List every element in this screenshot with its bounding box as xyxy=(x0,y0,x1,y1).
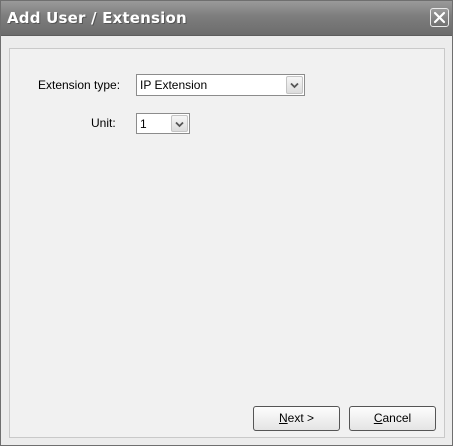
extension-type-select[interactable]: IP Extension xyxy=(136,74,305,96)
cancel-label: ancel xyxy=(382,411,412,425)
close-icon xyxy=(433,11,446,24)
content-panel: Extension type: IP Extension Unit: 1 Nex… xyxy=(9,48,445,438)
extension-type-value: IP Extension xyxy=(140,78,208,92)
extension-type-label: Extension type: xyxy=(38,78,121,92)
unit-dropdown-button[interactable] xyxy=(171,115,188,132)
extension-type-dropdown-button[interactable] xyxy=(286,76,303,94)
chevron-down-icon xyxy=(175,121,184,128)
next-button[interactable]: Next > xyxy=(253,406,340,431)
unit-label: Unit: xyxy=(91,116,116,130)
unit-select[interactable]: 1 xyxy=(136,113,190,134)
title-bar[interactable]: Add User / Extension xyxy=(1,1,452,36)
next-mnemonic: N xyxy=(278,411,288,425)
next-label: ext > xyxy=(287,411,315,425)
dialog-window: Add User / Extension Extension type: IP … xyxy=(0,0,453,446)
dialog-title: Add User / Extension xyxy=(7,9,187,27)
unit-value: 1 xyxy=(140,117,147,131)
close-button[interactable] xyxy=(430,8,449,27)
cancel-button[interactable]: Cancel xyxy=(349,406,436,431)
chevron-down-icon xyxy=(290,82,299,89)
